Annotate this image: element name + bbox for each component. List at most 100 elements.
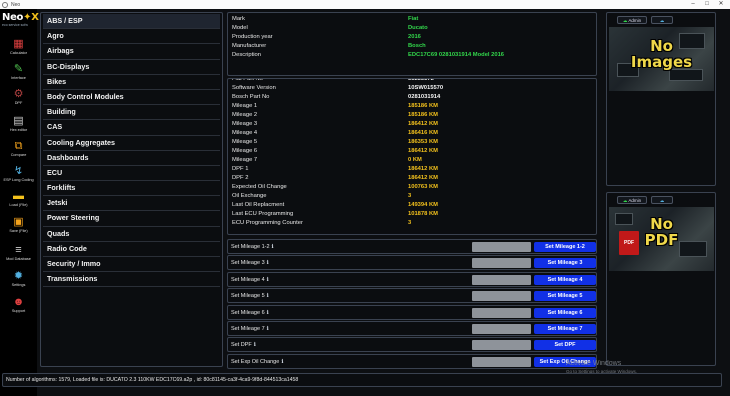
category-item[interactable]: Security / Immo <box>43 257 220 273</box>
maximize-button[interactable]: □ <box>700 0 714 9</box>
set-button[interactable]: Set Mileage 3 <box>534 258 596 269</box>
action-label-wrap: Set Mileage 3ℹ <box>231 256 269 270</box>
images-panel: ☁ Admin ☁ No Images <box>606 12 716 186</box>
action-label: Set DPF <box>231 342 252 349</box>
calculator-icon: ▦ <box>13 38 24 50</box>
info-value: 101878 KM <box>408 211 438 217</box>
category-item[interactable]: ECU <box>43 166 220 182</box>
action-row: Set Mileage 6 ℹ Set Mileage 6 <box>227 304 597 320</box>
close-button[interactable]: ✕ <box>714 0 728 9</box>
info-value: 185186 KM <box>408 112 438 118</box>
minimize-button[interactable]: – <box>686 0 700 9</box>
tool-label: Support <box>11 309 26 313</box>
category-item[interactable]: ABS / ESP <box>43 14 220 30</box>
value-input[interactable] <box>472 291 531 302</box>
esp-coding-icon: ↯ <box>13 165 24 177</box>
ecu-info-row: Mileage 5 186353 KM <box>228 138 596 147</box>
value-input[interactable] <box>472 340 531 351</box>
tool-label: ESP Long Coding <box>3 178 34 182</box>
info-key: Mileage 5 <box>232 139 258 145</box>
tool-hex-editor[interactable]: ▤ Hex editor <box>0 113 37 136</box>
info-icon[interactable]: ℹ <box>267 293 269 299</box>
set-button[interactable]: Set DPF <box>534 340 596 351</box>
tool-label: DPF <box>14 101 23 105</box>
set-button[interactable]: Set Mileage 6 <box>534 307 596 318</box>
category-item[interactable]: Airbags <box>43 44 220 60</box>
tool-interface[interactable]: ✎ Interface <box>0 61 37 84</box>
admin-upload-button[interactable]: ☁ Admin <box>617 16 647 24</box>
category-item[interactable]: Cooling Aggregates <box>43 136 220 151</box>
tool-label: Interface <box>11 76 26 80</box>
action-label-wrap: Set Mileage 5ℹ <box>231 289 269 303</box>
tool-calculator[interactable]: ▦ Calculator <box>0 36 37 59</box>
value-input[interactable] <box>472 258 531 269</box>
category-item[interactable]: CAS <box>43 120 220 136</box>
info-value: 186412 KM <box>408 166 438 172</box>
vehicle-info-row: Production year 2016 <box>228 33 596 42</box>
tool-folder[interactable]: ▬ Load (File) <box>0 188 37 211</box>
set-button[interactable]: Set Mileage 5 <box>534 291 596 302</box>
logo-subtitle: eco service sofw <box>2 23 28 27</box>
category-item[interactable]: Bikes <box>43 75 220 90</box>
category-item[interactable]: Power Steering <box>43 211 220 227</box>
vehicle-info-row: Model Ducato <box>228 24 596 33</box>
cloud-upload-icon: ☁ <box>622 18 628 23</box>
window-titlebar: Neo – □ ✕ <box>0 0 730 9</box>
value-input[interactable] <box>472 324 531 334</box>
info-key: Last Oil Replacment <box>232 202 285 208</box>
category-item[interactable]: Transmissions <box>43 272 220 288</box>
info-value: 100763 KM <box>408 184 438 190</box>
info-value: 149394 KM <box>408 202 438 208</box>
category-item[interactable]: Radio Code <box>43 242 220 257</box>
action-label: Set Mileage 5 <box>231 293 265 300</box>
value-input[interactable] <box>472 274 531 285</box>
info-icon[interactable]: ℹ <box>272 244 274 250</box>
value-input[interactable] <box>472 242 531 252</box>
value-input[interactable] <box>472 307 531 318</box>
info-value: 186412 KM <box>408 148 438 154</box>
ecu-info-row: Mileage 1 185186 KM <box>228 102 596 111</box>
tool-support[interactable]: ☻ Support <box>0 294 37 317</box>
category-item[interactable]: Quads <box>43 227 220 242</box>
download-images-button[interactable]: ☁ <box>651 16 673 24</box>
tool-esp-coding[interactable]: ↯ ESP Long Coding <box>0 163 37 186</box>
category-item[interactable]: Body Control Modules <box>43 90 220 106</box>
info-key: Mileage 3 <box>232 121 258 127</box>
tool-database[interactable]: ≡ Mod Database <box>0 242 37 265</box>
action-row: Set Mileage 1-2 ℹ Set Mileage 1-2 <box>227 239 597 254</box>
category-item[interactable]: Forklifts <box>43 181 220 197</box>
tool-settings[interactable]: ✹ Settings <box>0 268 37 291</box>
info-icon[interactable]: ℹ <box>254 342 256 348</box>
tool-save[interactable]: ▣ Save (File) <box>0 214 37 237</box>
ecu-info-row: Last ECU Programming 101878 KM <box>228 210 596 219</box>
pdf-panel: ☁ Admin ☁ PDF No PDF <box>606 192 716 366</box>
info-icon[interactable]: ℹ <box>267 277 269 283</box>
category-item[interactable]: Agro <box>43 29 220 45</box>
info-icon[interactable]: ℹ <box>267 326 269 332</box>
set-button[interactable]: Set Mileage 4 <box>534 274 596 285</box>
admin-upload-pdf-button[interactable]: ☁ Admin <box>617 196 647 204</box>
set-button[interactable]: Set Mileage 7 <box>534 324 596 334</box>
logo-text-left: Neo <box>2 12 24 23</box>
category-item[interactable]: BC-Displays <box>43 60 220 75</box>
category-item[interactable]: Building <box>43 105 220 121</box>
logo-text-right: X <box>31 12 39 23</box>
download-pdf-button[interactable]: ☁ <box>651 196 673 204</box>
category-item[interactable]: Dashboards <box>43 151 220 166</box>
info-icon[interactable]: ℹ <box>267 310 269 316</box>
ecu-info-row: Mileage 2 185186 KM <box>228 111 596 120</box>
compare-icon: ⧉ <box>14 140 23 152</box>
info-icon[interactable]: ℹ <box>281 359 283 365</box>
set-button[interactable]: Set Mileage 1-2 <box>534 242 596 252</box>
value-input[interactable] <box>472 356 531 367</box>
ecu-info-row: Expected Oil Change 100763 KM <box>228 183 596 192</box>
category-item[interactable]: Jetski <box>43 196 220 212</box>
no-pdf-placeholder: PDF No PDF <box>609 207 714 271</box>
info-value: 3 <box>408 193 412 199</box>
vehicle-info-row: Description EDC17C69 0281031914 Model 201… <box>228 51 596 60</box>
cloud-download-icon: ☁ <box>659 18 665 23</box>
app-logo: Neo✦X eco service sofw <box>2 12 39 27</box>
tool-compare[interactable]: ⧉ Compare <box>0 138 37 161</box>
info-icon[interactable]: ℹ <box>267 260 269 266</box>
tool-dpf[interactable]: ⚙ DPF <box>0 86 37 109</box>
